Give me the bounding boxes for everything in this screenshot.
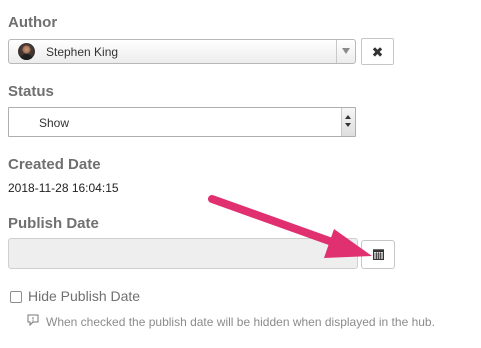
author-selected-name: Stephen King bbox=[46, 45, 119, 59]
calendar-button[interactable] bbox=[361, 240, 395, 269]
created-date-label: Created Date bbox=[8, 156, 101, 173]
author-dropdown-toggle[interactable] bbox=[336, 40, 355, 63]
clear-author-button[interactable]: ✖ bbox=[361, 38, 394, 65]
chevron-up-icon bbox=[345, 115, 351, 119]
close-icon: ✖ bbox=[371, 43, 384, 60]
status-select[interactable]: Show bbox=[8, 107, 356, 137]
status-select-arrows[interactable] bbox=[341, 108, 355, 136]
author-select[interactable]: Stephen King bbox=[8, 39, 356, 64]
author-label: Author bbox=[8, 14, 58, 31]
avatar bbox=[18, 43, 35, 60]
chevron-down-icon bbox=[342, 48, 350, 54]
calendar-icon bbox=[373, 249, 384, 260]
publish-date-input[interactable] bbox=[8, 238, 358, 269]
publish-date-label: Publish Date bbox=[8, 215, 99, 232]
hide-publish-date-help-text: When checked the publish date will be hi… bbox=[46, 315, 435, 329]
chevron-down-icon bbox=[345, 123, 351, 127]
hide-publish-date-checkbox[interactable] bbox=[10, 291, 22, 303]
created-date-value: 2018-11-28 16:04:15 bbox=[8, 181, 119, 195]
hide-publish-date-label[interactable]: Hide Publish Date bbox=[28, 288, 140, 304]
status-selected-value: Show bbox=[39, 116, 70, 130]
status-label: Status bbox=[8, 83, 54, 100]
help-icon bbox=[27, 314, 39, 326]
